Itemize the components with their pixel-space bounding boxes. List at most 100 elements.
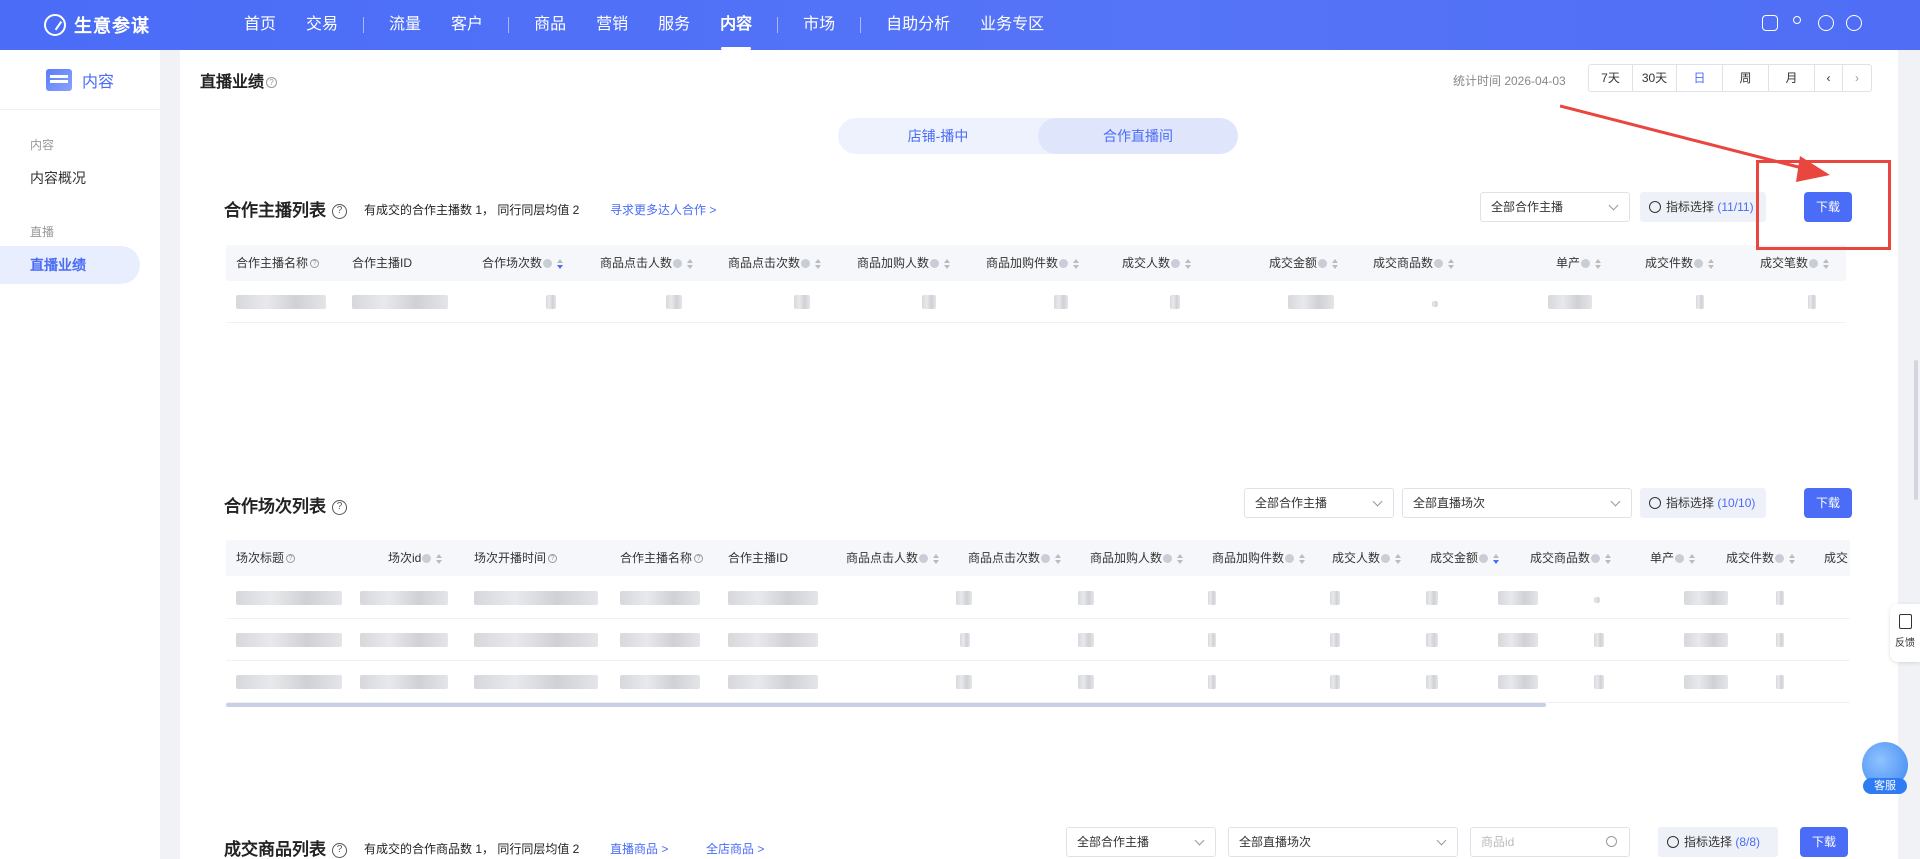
metric-select-button[interactable]: 指标选择 (10/10)	[1640, 488, 1766, 518]
help-icon[interactable]: ?	[332, 500, 347, 516]
brand[interactable]: 生意参谋	[44, 12, 224, 38]
metric-select-button[interactable]: 指标选择 (8/8)	[1658, 827, 1778, 857]
feedback-button[interactable]: 反馈	[1890, 604, 1920, 662]
col-header[interactable]: 商品加购件数	[986, 245, 1080, 281]
session-filter-select[interactable]: 全部直播场次	[1228, 827, 1458, 857]
help-icon[interactable]: ?	[266, 77, 278, 89]
col-header[interactable]: 商品点击次数	[728, 245, 822, 281]
section-title-text: 合作场次列表	[224, 497, 326, 516]
table-row[interactable]	[226, 619, 1850, 661]
nav-item-trade[interactable]: 交易	[291, 0, 353, 50]
metric-label: 指标选择	[1666, 496, 1715, 510]
blurred-cell	[546, 295, 556, 309]
col-header[interactable]: 单产	[1556, 245, 1602, 281]
anchor-table-header: 合作主播名称? 合作主播ID 合作场次数 商品点击人数 商品点击次数 商品加购人…	[226, 245, 1846, 281]
blurred-cell	[1432, 301, 1438, 307]
table-row[interactable]	[226, 577, 1850, 619]
col-header[interactable]: 商品加购人数	[857, 245, 951, 281]
sidebar-item-content-overview[interactable]: 内容概况	[0, 159, 160, 197]
section-session-list-title: 合作场次列表?	[224, 492, 347, 517]
nav-item-content[interactable]: 内容	[705, 0, 767, 50]
col-header[interactable]: 场次id	[388, 540, 443, 576]
top-nav: 生意参谋 首页 交易 流量 客户 商品 营销 服务 内容 市场 自助分析 业务专…	[0, 0, 1920, 50]
download-button[interactable]: 下载	[1804, 488, 1852, 518]
sidebar-item-live-performance[interactable]: 直播业绩	[0, 246, 140, 284]
col-header[interactable]: 成交笔数	[1760, 245, 1830, 281]
help-icon[interactable]: ?	[332, 843, 347, 859]
col-header[interactable]: 成交	[1824, 540, 1848, 576]
prev-date-button[interactable]: ‹	[1815, 65, 1843, 91]
logout-icon[interactable]	[1846, 15, 1862, 31]
col-header[interactable]: 成交件数	[1726, 540, 1796, 576]
nav-icons	[1762, 15, 1862, 31]
message-icon[interactable]	[1762, 15, 1778, 31]
period-30d[interactable]: 30天	[1633, 65, 1677, 91]
col-header[interactable]: 成交商品数	[1530, 540, 1612, 576]
col-header[interactable]: 合作场次数	[482, 245, 564, 281]
col-header[interactable]: 商品点击人数	[846, 540, 940, 576]
period-selector: 7天 30天 日 周 月 ‹ ›	[1588, 64, 1872, 92]
metric-label: 指标选择	[1684, 835, 1733, 849]
all-store-goods-link[interactable]: 全店商品 >	[706, 840, 764, 857]
col-header[interactable]: 单产	[1650, 540, 1696, 576]
sidebar-group-content: 内容	[30, 138, 55, 152]
col-header: 场次开播时间?	[474, 540, 558, 576]
col-header[interactable]: 成交人数	[1122, 245, 1192, 281]
page-title: 直播业绩?	[200, 68, 278, 92]
col-header[interactable]: 商品点击次数	[968, 540, 1062, 576]
col-header[interactable]: 成交金额	[1269, 245, 1339, 281]
col-header[interactable]: 成交商品数	[1373, 245, 1455, 281]
nav-items: 首页 交易 流量 客户 商品 营销 服务 内容 市场 自助分析 业务专区	[229, 0, 1059, 50]
col-header[interactable]: 成交件数	[1645, 245, 1715, 281]
nav-item-market[interactable]: 市场	[788, 0, 850, 50]
goods-id-search-input[interactable]: 商品id	[1470, 827, 1630, 857]
nav-item-service[interactable]: 服务	[643, 0, 705, 50]
vertical-scrollbar[interactable]	[1914, 360, 1918, 500]
session-filter-select[interactable]: 全部直播场次	[1402, 488, 1632, 518]
period-7d[interactable]: 7天	[1589, 65, 1633, 91]
tab-store-live[interactable]: 店铺-播中	[838, 118, 1038, 154]
nav-item-goods[interactable]: 商品	[519, 0, 581, 50]
horizontal-scrollbar[interactable]	[226, 703, 1546, 707]
goods-count-note: 有成交的合作商品数 1， 同行同层均值 2	[364, 842, 580, 856]
nav-item-home[interactable]: 首页	[229, 0, 291, 50]
live-goods-link[interactable]: 直播商品 >	[610, 840, 668, 857]
sidebar-header: 内容	[0, 50, 160, 110]
col-header[interactable]: 商品点击人数	[600, 245, 694, 281]
blurred-cell	[1548, 295, 1592, 309]
help-icon[interactable]: ?	[332, 204, 347, 220]
help-icon[interactable]	[1818, 15, 1834, 31]
download-button[interactable]: 下载	[1800, 827, 1848, 857]
user-icon[interactable]	[1790, 15, 1806, 31]
nav-item-self-analysis[interactable]: 自助分析	[871, 0, 965, 50]
tab-coop-live[interactable]: 合作直播间	[1038, 118, 1238, 154]
blurred-cell	[1054, 295, 1068, 309]
table-row[interactable]	[226, 661, 1850, 703]
col-header[interactable]: 商品加购件数	[1212, 540, 1306, 576]
anchor-filter-select[interactable]: 全部合作主播	[1066, 827, 1216, 857]
nav-item-marketing[interactable]: 营销	[581, 0, 643, 50]
nav-item-business[interactable]: 业务专区	[965, 0, 1059, 50]
blurred-cell	[794, 295, 810, 309]
col-header[interactable]: 成交金额	[1430, 540, 1500, 576]
period-month[interactable]: 月	[1769, 65, 1815, 91]
blurred-cell	[236, 295, 326, 309]
nav-item-traffic[interactable]: 流量	[374, 0, 436, 50]
nav-item-customer[interactable]: 客户	[436, 0, 498, 50]
customer-service-button[interactable]: 客服	[1860, 742, 1910, 802]
col-header: 合作主播名称?	[236, 245, 320, 281]
service-label: 客服	[1863, 778, 1907, 794]
col-header: 合作主播名称?	[620, 540, 704, 576]
sidebar: 内容 内容 内容概况 直播 直播业绩	[0, 50, 160, 859]
col-header[interactable]: 商品加购人数	[1090, 540, 1184, 576]
period-week[interactable]: 周	[1723, 65, 1769, 91]
blurred-cell	[1288, 295, 1334, 309]
anchor-count-note: 有成交的合作主播数 1， 同行同层均值 2	[364, 203, 580, 217]
next-date-button[interactable]: ›	[1843, 65, 1871, 91]
anchor-filter-select[interactable]: 全部合作主播	[1244, 488, 1394, 518]
find-more-anchors-link[interactable]: 寻求更多达人合作 >	[610, 201, 716, 218]
col-header[interactable]: 成交人数	[1332, 540, 1402, 576]
blurred-cell	[352, 295, 448, 309]
period-day[interactable]: 日	[1677, 65, 1723, 91]
table-row[interactable]	[226, 281, 1846, 323]
